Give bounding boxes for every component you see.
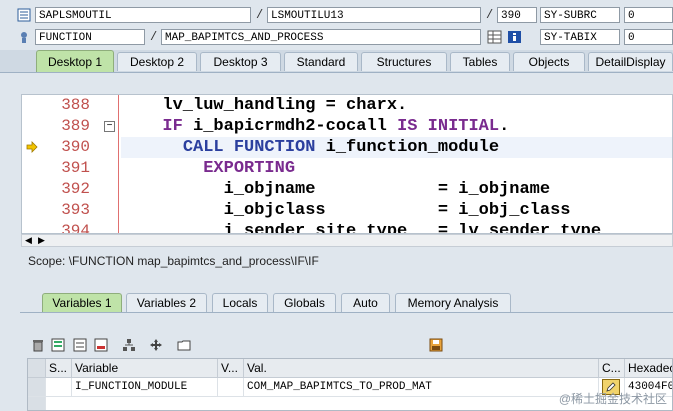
sy-subrc-label: SY-SUBRC bbox=[540, 7, 620, 23]
event-name-field[interactable]: MAP_BAPIMTCS_AND_PROCESS bbox=[161, 29, 481, 45]
program-icon bbox=[16, 7, 32, 23]
row-selector-header bbox=[28, 359, 46, 378]
line-number: 392 bbox=[61, 180, 90, 198]
tab-variables-1[interactable]: Variables 1 bbox=[42, 293, 122, 312]
slash: / bbox=[256, 8, 264, 22]
code-line-current: CALL FUNCTION i_function_module bbox=[182, 138, 500, 157]
table-icon[interactable] bbox=[486, 29, 502, 45]
code-line: IF i_bapicrmdh2-cocall IS INITIAL. bbox=[162, 117, 510, 136]
scope-path: Scope: \FUNCTION map_bapimtcs_and_proces… bbox=[28, 254, 319, 268]
breakpoint-column[interactable] bbox=[0, 94, 21, 234]
tab-desktop-2[interactable]: Desktop 2 bbox=[117, 52, 197, 71]
sy-subrc-value[interactable]: 0 bbox=[624, 7, 673, 23]
tab-standard[interactable]: Standard bbox=[284, 52, 358, 71]
code-editor[interactable]: 388 389 390 391 392 393 394 − lv_luw_han… bbox=[21, 94, 673, 234]
tab-detail-display[interactable]: DetailDisplay bbox=[588, 52, 673, 71]
function-icon bbox=[16, 29, 32, 45]
tab-tables[interactable]: Tables bbox=[450, 52, 510, 71]
tab-memory-analysis[interactable]: Memory Analysis bbox=[395, 293, 511, 312]
event-type-field[interactable]: FUNCTION bbox=[35, 29, 145, 45]
delete-icon[interactable] bbox=[30, 337, 46, 353]
code-line: i_objclass = i_obj_class bbox=[142, 201, 571, 220]
tab-locals[interactable]: Locals bbox=[212, 293, 268, 312]
line-field[interactable]: 390 bbox=[497, 7, 537, 23]
tab-desktop-3[interactable]: Desktop 3 bbox=[200, 52, 281, 71]
line-number: 388 bbox=[61, 96, 90, 114]
variable-name-cell[interactable]: I_FUNCTION_MODULE bbox=[72, 378, 218, 397]
select-all-icon[interactable] bbox=[50, 337, 66, 353]
tab-globals[interactable]: Globals bbox=[273, 293, 336, 312]
folder-icon[interactable] bbox=[176, 337, 192, 353]
sy-tabix-label: SY-TABIX bbox=[540, 29, 620, 45]
line-number: 391 bbox=[61, 159, 90, 177]
program-field[interactable]: SAPLSMOUTIL bbox=[35, 7, 251, 23]
insert-row-icon[interactable] bbox=[72, 337, 88, 353]
column-header[interactable]: Variable bbox=[72, 359, 218, 378]
tab-desktop-1[interactable]: Desktop 1 bbox=[36, 50, 114, 72]
current-line-arrow-icon bbox=[26, 141, 38, 153]
table-cell[interactable] bbox=[218, 378, 244, 397]
info-icon[interactable] bbox=[506, 29, 522, 45]
tab-objects[interactable]: Objects bbox=[513, 52, 585, 71]
line-number: 394 bbox=[61, 222, 90, 234]
column-header[interactable]: C... bbox=[599, 359, 625, 378]
scroll-right-icon[interactable]: ▶ bbox=[38, 235, 45, 246]
code-line: i_sender_site_type = lv_sender_type bbox=[142, 222, 602, 234]
move-icon[interactable] bbox=[148, 337, 164, 353]
row-selector[interactable] bbox=[28, 397, 46, 410]
code-line: EXPORTING bbox=[203, 159, 296, 178]
include-field[interactable]: LSMOUTILU13 bbox=[267, 7, 481, 23]
collapse-toggle[interactable]: − bbox=[104, 121, 115, 132]
line-number: 393 bbox=[61, 201, 90, 219]
code-line: i_objname = i_objname bbox=[142, 180, 551, 199]
column-header[interactable]: Hexadec bbox=[625, 359, 672, 378]
variables-tab-bar bbox=[20, 312, 673, 313]
hierarchy-icon[interactable] bbox=[121, 337, 137, 353]
variable-value-cell[interactable]: COM_MAP_BAPIMTCS_TO_PROD_MAT bbox=[244, 378, 599, 397]
row-selector[interactable] bbox=[28, 378, 46, 397]
scroll-left-icon[interactable]: ◀ bbox=[25, 235, 32, 246]
column-header[interactable]: V... bbox=[218, 359, 244, 378]
tab-auto[interactable]: Auto bbox=[341, 293, 390, 312]
watermark: @稀土掘金技术社区 bbox=[558, 392, 667, 406]
column-header[interactable]: S... bbox=[46, 359, 72, 378]
save-icon[interactable] bbox=[428, 337, 444, 353]
table-cell[interactable] bbox=[46, 378, 72, 397]
sy-tabix-value[interactable]: 0 bbox=[624, 29, 673, 45]
editor-horizontal-scrollbar[interactable]: ◀ ▶ bbox=[21, 234, 673, 247]
slash: / bbox=[486, 8, 494, 22]
margin-line bbox=[118, 95, 119, 233]
change-row-icon[interactable] bbox=[93, 337, 109, 353]
tab-variables-2[interactable]: Variables 2 bbox=[126, 293, 207, 312]
line-number: 389 bbox=[61, 117, 90, 135]
tab-structures[interactable]: Structures bbox=[361, 52, 447, 71]
code-line: lv_luw_handling = charx. bbox=[142, 96, 408, 115]
slash: / bbox=[150, 30, 158, 44]
column-header[interactable]: Val. bbox=[244, 359, 599, 378]
